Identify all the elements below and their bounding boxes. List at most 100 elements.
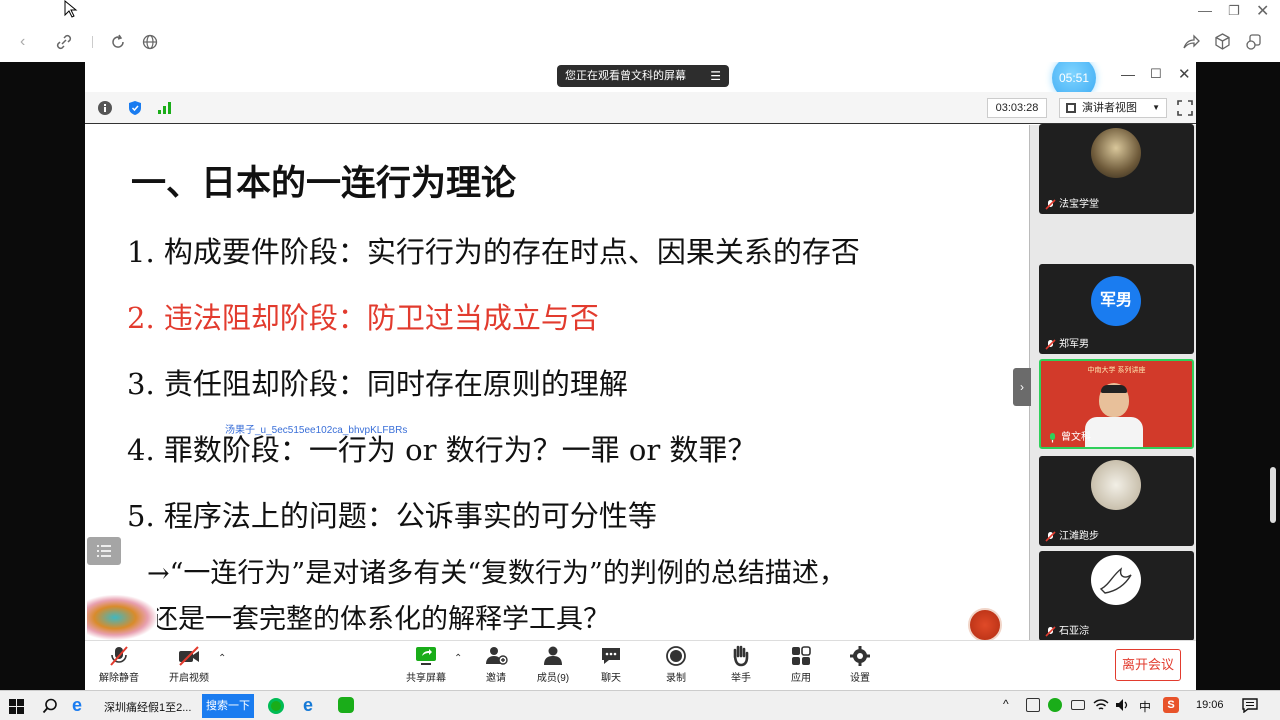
participant-tile[interactable]: 军男 郑军男 <box>1039 264 1194 354</box>
participant-name: 法宝学堂 <box>1059 199 1099 210</box>
reload-icon[interactable] <box>110 34 126 50</box>
leave-meeting-button[interactable]: 离开会议 <box>1115 649 1181 681</box>
minimize-icon[interactable]: — <box>1198 2 1212 18</box>
screen-share-banner[interactable]: 您正在观看曾文科的屏幕 ☰ <box>557 65 729 87</box>
avatar <box>1091 555 1141 605</box>
windows-taskbar: e 深圳痛经假1至2... 搜索一下 e ^ 中 S 19:06 <box>0 690 1280 720</box>
chat-icon <box>602 648 620 664</box>
gear-icon <box>850 646 870 666</box>
back-icon[interactable]: ‹ <box>20 33 25 51</box>
members-label: 成员(9) <box>536 673 570 684</box>
meeting-info-bar: 03:03:28 演讲者视图 ▼ <box>85 92 1196 124</box>
slide-item: 3. 责任阻却阶段：同时存在原则的理解 <box>127 367 628 401</box>
wifi-icon[interactable] <box>1093 698 1109 712</box>
ie-browser-icon[interactable]: e <box>72 695 82 716</box>
invite-label: 邀请 <box>486 673 506 684</box>
add-user-icon <box>486 647 508 665</box>
raise-hand-button[interactable]: 举手 <box>717 645 765 684</box>
share-screen-label: 共享屏幕 <box>406 673 446 684</box>
speaker-icon[interactable] <box>1115 698 1131 712</box>
share-screen-icon <box>416 647 436 665</box>
participant-name: 江滩跑步 <box>1059 531 1099 542</box>
video-banner-text: 中南大学 系列讲座 <box>1087 367 1146 374</box>
chat-label: 聊天 <box>601 673 621 684</box>
record-button[interactable]: 录制 <box>652 645 700 684</box>
mic-active-icon <box>1050 433 1055 443</box>
chat-button[interactable]: 聊天 <box>587 645 635 684</box>
bird-icon <box>1099 567 1132 594</box>
slide-list-button[interactable] <box>87 537 121 565</box>
windows-start-icon[interactable] <box>9 699 24 714</box>
record-label: 录制 <box>666 673 686 684</box>
mic-muted-icon <box>1045 199 1056 210</box>
participant-tile[interactable]: 江滩跑步 <box>1039 456 1194 546</box>
tray-app-icon[interactable] <box>1048 698 1062 712</box>
app-icon[interactable] <box>268 698 284 714</box>
search-icon[interactable] <box>42 698 58 714</box>
start-video-button[interactable]: 开启视频 <box>165 645 213 684</box>
participant-name: 曾文科 <box>1061 432 1091 443</box>
copy-icon[interactable] <box>1245 33 1262 50</box>
slide-item-highlight: 2. 违法阻却阶段：防卫过当成立与否 <box>127 301 599 335</box>
shield-icon[interactable] <box>127 100 143 116</box>
edge-icon[interactable]: e <box>303 695 313 716</box>
avatar <box>1091 460 1141 510</box>
restore-icon[interactable]: ❐ <box>1228 3 1240 19</box>
avatar <box>1091 128 1141 178</box>
record-icon <box>666 646 686 666</box>
slide-item: 1. 构成要件阶段：实行行为的存在时点、因果关系的存否 <box>127 235 860 269</box>
collapse-panel-button[interactable]: › <box>1013 368 1031 406</box>
browser-toolbar: ‹ — ❐ ✕ <box>0 0 1280 62</box>
notification-icon[interactable] <box>1242 698 1258 713</box>
slide-item: 4. 罪数阶段：一行为 or 数行为？一罪 or 数罪？ <box>127 433 757 467</box>
video-off-icon <box>179 646 199 666</box>
link-icon[interactable] <box>56 34 72 50</box>
info-icon[interactable] <box>97 100 113 116</box>
settings-button[interactable]: 设置 <box>836 645 884 684</box>
window-maximize-icon[interactable]: ☐ <box>1150 66 1162 82</box>
window-close-icon[interactable]: ✕ <box>1178 65 1191 83</box>
meeting-window: 您正在观看曾文科的屏幕 ☰ 05:51 — ☐ ✕ 03:03:28 演讲者视图… <box>85 62 1196 690</box>
globe-icon[interactable] <box>142 34 158 50</box>
mouse-cursor-icon <box>64 0 78 18</box>
menu-icon[interactable]: ☰ <box>710 65 721 87</box>
chevron-down-icon: ▼ <box>1152 103 1160 112</box>
shared-slide: 一、日本的一连行为理论 1. 构成要件阶段：实行行为的存在时点、因果关系的存否 … <box>85 125 1029 642</box>
chevron-up-icon[interactable]: ⌃ <box>454 653 462 664</box>
mic-muted-icon <box>1045 339 1056 350</box>
speaker-view-icon <box>1066 103 1076 113</box>
battery-icon[interactable] <box>1071 700 1085 710</box>
cube-icon[interactable] <box>1214 33 1231 50</box>
search-button[interactable]: 搜索一下 <box>202 694 254 718</box>
slide-conclusion-line: 还是一套完整的体系化的解释学工具？ <box>151 604 610 635</box>
tray-icon[interactable] <box>1026 698 1040 712</box>
meeting-toolbar: 解除静音 开启视频 ⌃ 共享屏幕 ⌃ 邀请 成员(9) 聊天 录制 举手 应用 … <box>85 640 1196 690</box>
divider <box>92 36 93 48</box>
chevron-up-icon[interactable]: ^ <box>1003 697 1009 711</box>
fullscreen-icon[interactable] <box>1177 100 1193 116</box>
members-button[interactable]: 成员(9) <box>529 645 577 684</box>
taskbar-window-title[interactable]: 深圳痛经假1至2... <box>104 699 191 715</box>
participant-tile[interactable]: 法宝学堂 <box>1039 124 1194 214</box>
members-icon <box>544 646 562 665</box>
close-icon[interactable]: ✕ <box>1256 1 1269 21</box>
apps-button[interactable]: 应用 <box>777 645 825 684</box>
participant-tile[interactable]: 石亚淙 <box>1039 551 1194 641</box>
ime-indicator[interactable]: 中 <box>1139 698 1151 715</box>
scrollbar-thumb[interactable] <box>1270 467 1276 523</box>
share-icon[interactable] <box>1182 34 1200 50</box>
apps-icon <box>792 646 811 665</box>
speaker-hair <box>1101 385 1127 393</box>
share-screen-button[interactable]: 共享屏幕 <box>402 645 450 684</box>
chevron-up-icon[interactable]: ⌃ <box>218 653 226 664</box>
unmute-button[interactable]: 解除静音 <box>95 645 143 684</box>
invite-button[interactable]: 邀请 <box>472 645 520 684</box>
active-speaker-tile[interactable]: 中南大学 系列讲座 曾文科 <box>1039 359 1194 449</box>
meeting-app-icon[interactable] <box>338 697 354 713</box>
settings-label: 设置 <box>850 673 870 684</box>
window-minimize-icon[interactable]: — <box>1121 66 1135 82</box>
unmute-label: 解除静音 <box>99 673 139 684</box>
participant-name: 石亚淙 <box>1059 626 1089 637</box>
view-mode-dropdown[interactable]: 演讲者视图 ▼ <box>1059 98 1167 118</box>
tray-s-icon[interactable]: S <box>1163 697 1179 713</box>
